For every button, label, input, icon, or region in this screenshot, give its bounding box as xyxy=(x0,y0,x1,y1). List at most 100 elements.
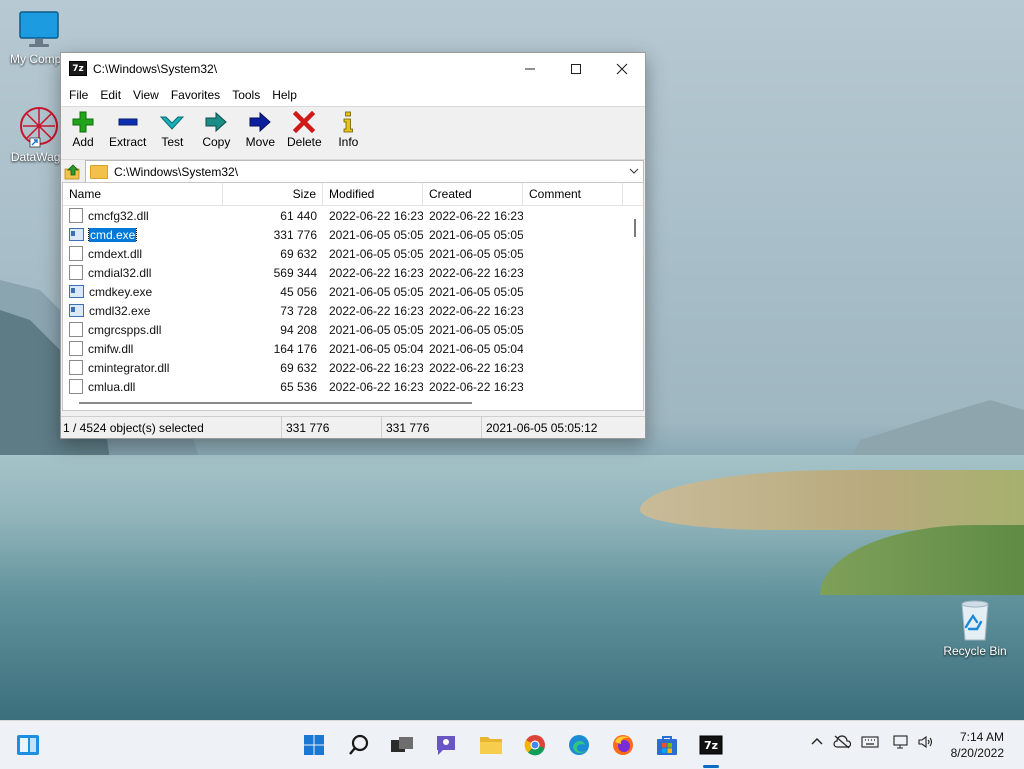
vertical-scroll-thumb[interactable] xyxy=(634,219,636,237)
keyboard-icon[interactable] xyxy=(861,735,879,749)
table-row[interactable]: cmlua.dll 65 536 2022-06-22 16:23 2022-06-2… xyxy=(63,377,643,396)
file-name: cmdkey.exe xyxy=(89,284,153,299)
table-row[interactable]: cmcfg32.dll 61 440 2022-06-22 16:23 2022-06… xyxy=(63,206,643,225)
copy-arrow-icon xyxy=(205,111,228,133)
table-row[interactable]: cmdext.dll 69 632 2021-06-05 05:05 2021-06-… xyxy=(63,244,643,263)
title-bar[interactable]: 7z C:\Windows\System32\ xyxy=(61,53,645,84)
7zip-icon: 7z xyxy=(699,735,723,755)
menu-tools[interactable]: Tools xyxy=(226,88,266,102)
info-button[interactable]: Info xyxy=(330,107,366,149)
desktop-icon-recycle-bin[interactable]: Recycle Bin xyxy=(936,598,1014,658)
dll-file-icon xyxy=(69,341,83,356)
file-name-cell: cmd.exe xyxy=(63,227,223,242)
file-modified: 2021-06-05 05:05 xyxy=(329,322,423,337)
delete-button[interactable]: Delete xyxy=(286,107,322,149)
file-created: 2021-06-05 05:05 xyxy=(429,227,523,242)
plus-icon xyxy=(72,111,94,133)
column-header-comment[interactable]: Comment xyxy=(523,183,623,205)
network-icon[interactable] xyxy=(893,735,911,749)
menu-help[interactable]: Help xyxy=(266,88,303,102)
widgets-button[interactable] xyxy=(16,733,40,757)
minimize-button[interactable] xyxy=(507,53,553,84)
move-button[interactable]: Move xyxy=(242,107,278,149)
table-row[interactable]: cmintegrator.dll 69 632 2022-06-22 16:23 20… xyxy=(63,358,643,377)
firefox-button[interactable] xyxy=(611,733,635,757)
chevron-down-icon[interactable] xyxy=(629,164,639,178)
volume-icon[interactable] xyxy=(917,735,935,749)
checkmark-icon xyxy=(160,116,185,130)
column-header-name[interactable]: Name xyxy=(63,183,223,205)
clock[interactable]: 7:14 AM 8/20/2022 xyxy=(951,729,1004,761)
test-label: Test xyxy=(161,135,184,149)
column-header-modified[interactable]: Modified xyxy=(323,183,423,205)
horizontal-scroll-thumb[interactable] xyxy=(79,402,472,404)
start-button[interactable] xyxy=(302,733,326,757)
file-created: 2022-06-22 16:23 xyxy=(429,303,523,318)
search-button[interactable] xyxy=(347,733,371,757)
chevron-up-icon[interactable] xyxy=(810,735,824,749)
recycle-bin-icon xyxy=(961,600,989,641)
test-button[interactable]: Test xyxy=(154,107,190,149)
table-row[interactable]: cmdkey.exe 45 056 2021-06-05 05:05 2021-06-… xyxy=(63,282,643,301)
table-row[interactable]: cmdl32.exe 73 728 2022-06-22 16:23 2022-06-… xyxy=(63,301,643,320)
edge-button[interactable] xyxy=(567,733,591,757)
up-folder-button[interactable] xyxy=(61,161,85,183)
file-modified: 2022-06-22 16:23 xyxy=(329,379,423,394)
menu-edit[interactable]: Edit xyxy=(94,88,127,102)
info-label: Info xyxy=(338,135,359,149)
dll-file-icon xyxy=(69,246,83,261)
chrome-button[interactable] xyxy=(523,733,547,757)
add-label: Add xyxy=(72,135,94,149)
file-name: cmd.exe xyxy=(87,227,138,242)
column-header-created[interactable]: Created xyxy=(423,183,523,205)
folder-icon xyxy=(90,165,108,179)
copy-button[interactable]: Copy xyxy=(198,107,234,149)
file-size: 94 208 xyxy=(280,322,317,337)
task-view-button[interactable] xyxy=(390,733,414,757)
table-row[interactable]: cmd.exe 331 776 2021-06-05 05:05 2021-06-05… xyxy=(63,225,643,244)
7zip-taskbar-button[interactable]: 7z xyxy=(699,733,723,757)
extract-button[interactable]: Extract xyxy=(109,107,146,149)
file-modified: 2021-06-05 05:05 xyxy=(329,227,423,242)
close-button[interactable] xyxy=(599,53,645,84)
vertical-scrollbar[interactable] xyxy=(629,206,643,393)
maximize-button[interactable] xyxy=(553,53,599,84)
address-bar[interactable]: C:\Windows\System32\ xyxy=(85,160,644,184)
menu-view[interactable]: View xyxy=(127,88,165,102)
file-explorer-button[interactable] xyxy=(479,733,503,757)
store-button[interactable] xyxy=(655,733,679,757)
file-name-cell: cmintegrator.dll xyxy=(63,360,223,375)
dll-file-icon xyxy=(69,208,83,223)
table-row[interactable]: cmgrcspps.dll 94 208 2021-06-05 05:05 2021-… xyxy=(63,320,643,339)
address-path: C:\Windows\System32\ xyxy=(114,165,239,179)
file-modified: 2021-06-05 05:05 xyxy=(329,246,423,261)
file-name: cmintegrator.dll xyxy=(88,360,170,375)
menu-file[interactable]: File xyxy=(63,88,94,102)
window-controls xyxy=(507,53,645,84)
onedrive-offline-icon[interactable] xyxy=(833,735,851,749)
window-title: C:\Windows\System32\ xyxy=(93,61,218,76)
dll-file-icon xyxy=(69,322,83,337)
add-button[interactable]: Add xyxy=(65,107,101,149)
column-header-size[interactable]: Size xyxy=(223,183,323,205)
file-size: 65 536 xyxy=(280,379,317,394)
menu-favorites[interactable]: Favorites xyxy=(165,88,226,102)
file-modified: 2022-06-22 16:23 xyxy=(329,303,423,318)
chat-button[interactable] xyxy=(434,733,458,757)
file-created: 2022-06-22 16:23 xyxy=(429,265,523,280)
file-name: cmlua.dll xyxy=(88,379,136,394)
table-row[interactable]: cmifw.dll 164 176 2021-06-05 05:04 2021-06-… xyxy=(63,339,643,358)
horizontal-scrollbar[interactable] xyxy=(63,396,629,410)
exe-file-icon xyxy=(69,304,84,317)
file-name-cell: cmdkey.exe xyxy=(63,285,223,299)
file-name: cmdext.dll xyxy=(88,246,143,261)
table-row[interactable]: cmdial32.dll 569 344 2022-06-22 16:23 2022-… xyxy=(63,263,643,282)
extract-label: Extract xyxy=(109,135,147,149)
task-view-icon xyxy=(391,737,413,752)
list-header: Name Size Modified Created Comment xyxy=(63,183,643,206)
file-name: cmcfg32.dll xyxy=(88,208,149,223)
info-icon xyxy=(343,111,354,133)
file-modified: 2021-06-05 05:05 xyxy=(329,284,423,299)
file-size: 69 632 xyxy=(280,360,317,375)
file-list[interactable]: Name Size Modified Created Comment cmcfg… xyxy=(62,182,644,411)
